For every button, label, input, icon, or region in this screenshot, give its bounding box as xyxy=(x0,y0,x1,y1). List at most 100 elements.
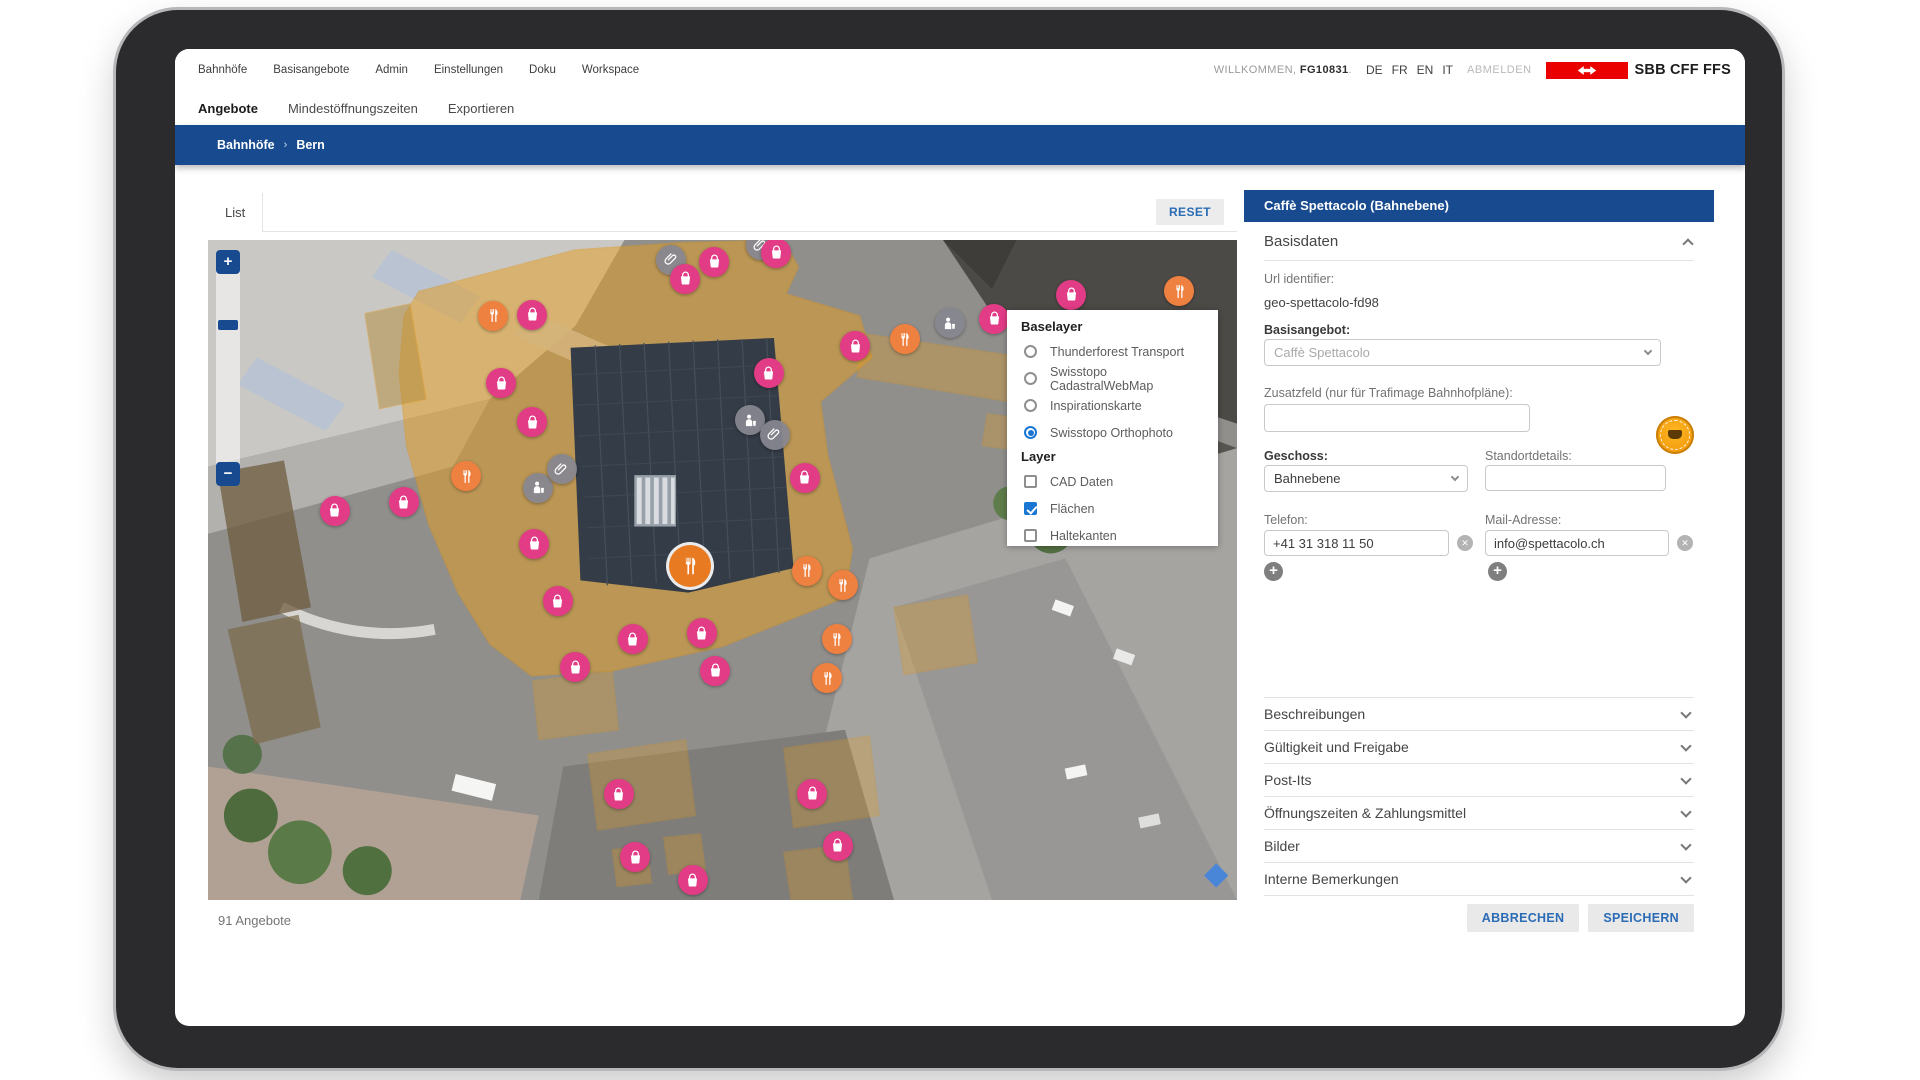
logout-link[interactable]: ABMELDEN xyxy=(1467,64,1532,76)
breadcrumb-root[interactable]: Bahnhöfe xyxy=(217,138,275,152)
clip-marker[interactable] xyxy=(760,420,790,450)
food-marker[interactable] xyxy=(478,301,508,331)
section-basisdaten[interactable]: Basisdaten xyxy=(1264,222,1694,261)
nav-item-einstellungen[interactable]: Einstellungen xyxy=(434,64,503,76)
food-marker[interactable] xyxy=(890,324,920,354)
zusatzfeld-label: Zusatzfeld (nur für Trafimage Bahnhofplä… xyxy=(1264,386,1694,400)
clear-telefon-icon[interactable] xyxy=(1457,535,1473,551)
shop-marker[interactable] xyxy=(790,463,820,493)
shop-marker[interactable] xyxy=(840,331,870,361)
layer-option-cad-daten[interactable]: CAD Daten xyxy=(1021,468,1204,495)
accordion-bilder[interactable]: Bilder xyxy=(1264,830,1694,863)
lang-fr[interactable]: FR xyxy=(1392,63,1408,77)
subnav-mindestoeffnungszeiten[interactable]: Mindestöffnungszeiten xyxy=(288,101,418,116)
details-panel-title: Caffè Spettacolo (Bahnebene) xyxy=(1244,190,1714,222)
shop-marker[interactable] xyxy=(519,529,549,559)
accordion-list: Beschreibungen Gültigkeit und Freigabe P… xyxy=(1264,697,1694,896)
food-marker[interactable] xyxy=(669,545,711,587)
lang-en[interactable]: EN xyxy=(1417,63,1434,77)
shop-marker[interactable] xyxy=(486,368,516,398)
nav-item-doku[interactable]: Doku xyxy=(529,64,556,76)
shop-marker[interactable] xyxy=(699,247,729,277)
baselayer-option-cadastral[interactable]: Swisstopo CadastralWebMap xyxy=(1021,365,1204,392)
accordion-beschreibungen[interactable]: Beschreibungen xyxy=(1264,698,1694,731)
subnav-angebote[interactable]: Angebote xyxy=(198,101,258,116)
zoom-out-button[interactable]: − xyxy=(216,462,240,486)
shop-marker[interactable] xyxy=(543,586,573,616)
shop-marker[interactable] xyxy=(700,656,730,686)
add-mail-button[interactable] xyxy=(1488,562,1507,581)
standortdetails-label: Standortdetails: xyxy=(1485,449,1666,463)
nav-item-workspace[interactable]: Workspace xyxy=(582,64,639,76)
shop-marker[interactable] xyxy=(823,831,853,861)
clear-mail-icon[interactable] xyxy=(1677,535,1693,551)
shop-marker[interactable] xyxy=(1056,280,1086,310)
shop-marker[interactable] xyxy=(320,496,350,526)
shop-marker[interactable] xyxy=(761,240,791,268)
cancel-button[interactable]: ABBRECHEN xyxy=(1467,904,1580,932)
shop-marker[interactable] xyxy=(797,779,827,809)
shop-marker[interactable] xyxy=(687,618,717,648)
nav-item-bahnhoefe[interactable]: Bahnhöfe xyxy=(198,64,247,76)
accordion-gueltigkeit[interactable]: Gültigkeit und Freigabe xyxy=(1264,731,1694,764)
reset-button[interactable]: RESET xyxy=(1156,199,1224,225)
clip-marker[interactable] xyxy=(547,454,577,484)
service-marker[interactable] xyxy=(935,308,965,338)
food-marker[interactable] xyxy=(451,461,481,491)
baselayer-option-thunderforest[interactable]: Thunderforest Transport xyxy=(1021,338,1204,365)
shop-marker[interactable] xyxy=(517,407,547,437)
map-zoom-control: + − xyxy=(216,250,240,486)
food-marker[interactable] xyxy=(1164,276,1194,306)
baselayer-option-inspirationskarte[interactable]: Inspirationskarte xyxy=(1021,392,1204,419)
zoom-slider-track[interactable] xyxy=(216,250,240,486)
accordion-interne-bemerkungen[interactable]: Interne Bemerkungen xyxy=(1264,863,1694,896)
zoom-in-button[interactable]: + xyxy=(216,250,240,274)
food-marker[interactable] xyxy=(822,624,852,654)
zusatzfeld-input[interactable] xyxy=(1264,404,1530,432)
baselayer-option-orthophoto[interactable]: Swisstopo Orthophoto xyxy=(1021,419,1204,446)
shop-marker[interactable] xyxy=(620,842,650,872)
food-marker[interactable] xyxy=(792,556,822,586)
lang-it[interactable]: IT xyxy=(1442,63,1453,77)
brand-text: SBB CFF FFS xyxy=(1635,62,1731,78)
geschoss-label: Geschoss: xyxy=(1264,449,1468,463)
radio-icon xyxy=(1024,399,1037,412)
subnav-exportieren[interactable]: Exportieren xyxy=(448,101,514,116)
accordion-oeffnungszeiten[interactable]: Öffnungszeiten & Zahlungsmittel xyxy=(1264,797,1694,830)
add-telefon-button[interactable] xyxy=(1264,562,1283,581)
shop-marker[interactable] xyxy=(517,300,547,330)
breadcrumb-separator-icon: › xyxy=(284,139,288,151)
telefon-input[interactable] xyxy=(1264,530,1449,556)
food-marker[interactable] xyxy=(828,570,858,600)
radio-icon xyxy=(1024,372,1037,385)
nav-item-admin[interactable]: Admin xyxy=(375,64,408,76)
shop-marker[interactable] xyxy=(560,652,590,682)
details-panel: Caffè Spettacolo (Bahnebene) Basisdaten … xyxy=(1244,190,1714,950)
food-marker[interactable] xyxy=(812,663,842,693)
nav-item-basisangebote[interactable]: Basisangebote xyxy=(273,64,349,76)
layer-option-haltekanten[interactable]: Haltekanten xyxy=(1021,522,1204,549)
basisangebot-select[interactable]: Caffè Spettacolo xyxy=(1264,339,1661,366)
shop-marker[interactable] xyxy=(604,779,634,809)
shop-marker[interactable] xyxy=(678,865,708,895)
chevron-down-icon xyxy=(1680,773,1691,784)
shop-marker[interactable] xyxy=(979,304,1009,334)
geschoss-select[interactable]: Bahnebene xyxy=(1264,465,1468,492)
zoom-slider-handle[interactable] xyxy=(218,320,238,330)
caffe-spettacolo-logo xyxy=(1656,416,1694,454)
map-toolbar: List RESET xyxy=(208,193,1237,232)
lang-de[interactable]: DE xyxy=(1366,63,1383,77)
chevron-down-icon xyxy=(1680,740,1691,751)
mail-input[interactable] xyxy=(1485,530,1669,556)
chevron-up-icon xyxy=(1682,238,1693,249)
shop-marker[interactable] xyxy=(670,264,700,294)
layer-option-flaechen[interactable]: Flächen xyxy=(1021,495,1204,522)
shop-marker[interactable] xyxy=(618,624,648,654)
shop-marker[interactable] xyxy=(754,358,784,388)
url-identifier-label: Url identifier: xyxy=(1264,272,1694,286)
save-button[interactable]: SPEICHERN xyxy=(1588,904,1694,932)
tab-list[interactable]: List xyxy=(208,193,263,232)
accordion-post-its[interactable]: Post-Its xyxy=(1264,764,1694,797)
shop-marker[interactable] xyxy=(389,487,419,517)
standortdetails-input[interactable] xyxy=(1485,465,1666,491)
